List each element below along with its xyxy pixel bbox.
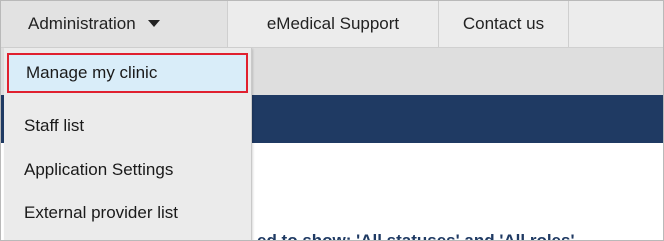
menu-item-manage-my-clinic[interactable]: Manage my clinic [7,53,248,93]
nav-administration-label: Administration [28,14,136,33]
page-frame: Administration eMedical Support Contact … [0,0,664,241]
top-navigation: Administration eMedical Support Contact … [1,1,663,48]
nav-contact-us[interactable]: Contact us [439,1,569,47]
nav-administration[interactable]: Administration [1,1,228,47]
menu-item-application-settings[interactable]: Application Settings [4,148,251,192]
menu-item-staff-list[interactable]: Staff list [4,104,251,148]
filter-summary: ed to show: 'All statuses' and 'All role… [257,231,575,241]
nav-emedical-support[interactable]: eMedical Support [228,1,439,47]
menu-item-external-provider-list[interactable]: External provider list [4,191,251,235]
administration-dropdown-menu: Manage my clinic Staff list Application … [4,48,252,240]
chevron-down-icon [147,20,160,28]
